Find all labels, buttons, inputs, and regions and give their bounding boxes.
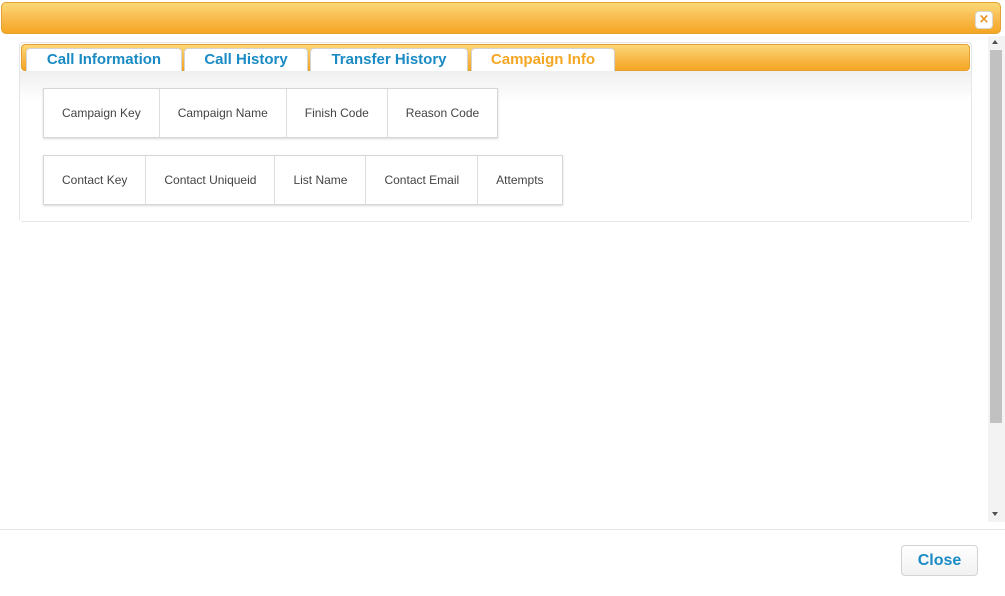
tab-bar: Call Information Call History Transfer H… <box>21 44 970 71</box>
tab-transfer-history[interactable]: Transfer History <box>310 48 468 71</box>
tab-campaign-info[interactable]: Campaign Info <box>471 48 615 71</box>
contact-fields-row: Contact Key Contact Uniqueid List Name C… <box>43 155 563 205</box>
field-attempts: Attempts <box>496 173 544 187</box>
field-reason-code: Reason Code <box>405 106 480 120</box>
scroll-down-arrow-icon[interactable] <box>992 512 998 516</box>
field-contact-key: Contact Key <box>44 156 147 204</box>
scroll-up-arrow-icon[interactable] <box>992 40 998 44</box>
close-button[interactable]: Close <box>901 545 978 576</box>
vertical-scrollbar[interactable] <box>988 36 1005 522</box>
scrollbar-thumb[interactable] <box>990 50 1002 423</box>
dialog-footer: Close <box>0 529 1005 596</box>
field-campaign-name: Campaign Name <box>160 89 287 137</box>
campaign-fields-row: Campaign Key Campaign Name Finish Code R… <box>43 88 499 138</box>
tabs-panel: Call Information Call History Transfer H… <box>19 42 972 222</box>
field-contact-email: Contact Email <box>366 156 479 204</box>
tab-content-campaign-info: Campaign Key Campaign Name Finish Code R… <box>20 71 971 221</box>
field-contact-uniqueid: Contact Uniqueid <box>146 156 276 204</box>
field-finish-code: Finish Code <box>287 89 388 137</box>
dialog-window: × Call Information Call History Transfer… <box>0 0 1005 596</box>
dialog-titlebar[interactable]: × <box>1 2 1001 34</box>
tab-call-information[interactable]: Call Information <box>26 48 182 71</box>
field-list-name: List Name <box>275 156 367 204</box>
close-icon[interactable]: × <box>975 11 993 29</box>
tab-call-history[interactable]: Call History <box>184 48 308 71</box>
field-campaign-key: Campaign Key <box>44 89 160 137</box>
dialog-content: Call Information Call History Transfer H… <box>0 34 1005 529</box>
